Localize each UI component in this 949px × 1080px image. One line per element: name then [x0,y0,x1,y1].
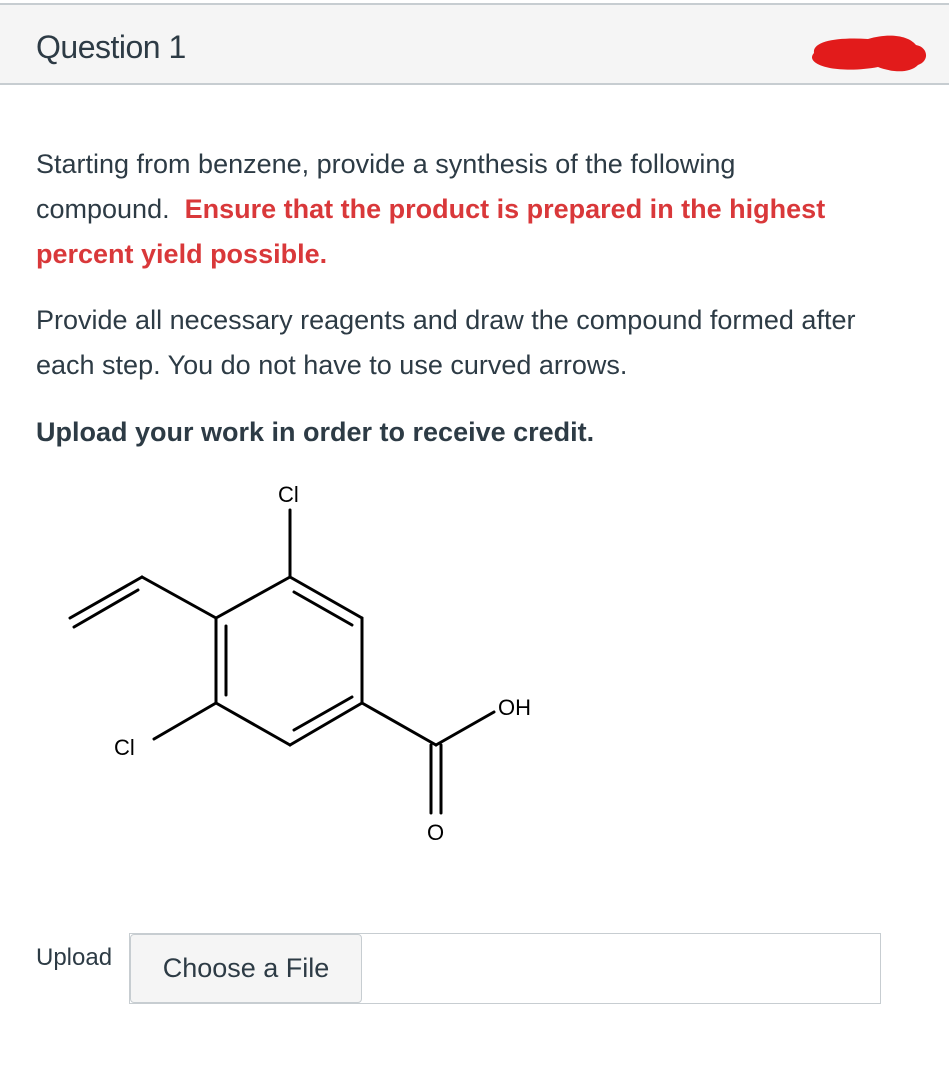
vinyl-double-bond [72,588,140,629]
file-upload-field[interactable]: Choose a File [129,933,881,1004]
vinyl-double-bond [68,575,144,620]
question-title: Question 1 [36,29,186,65]
choose-file-button[interactable]: Choose a File [130,934,362,1003]
carboxyl-bond [360,701,438,747]
ring-bond [288,701,364,747]
ring-bond [214,575,292,620]
ring-bond [214,701,292,747]
upload-label: Upload [36,944,113,971]
vinyl-bond [140,575,218,620]
redaction-mark [812,35,927,72]
question-header: Question 1 [0,3,949,85]
question-instructions: Provide all necessary reagents and draw … [36,305,856,380]
oh-bond [434,710,496,747]
cl-left-bond [152,701,218,741]
cl-left-label: Cl [114,735,135,760]
question-intro: Starting from benzene, provide a synthes… [36,142,876,277]
upload-note: Upload your work in order to receive cre… [36,417,595,447]
o-label: O [427,820,444,845]
cl-top-label: Cl [278,482,299,507]
oh-label: OH [498,695,531,720]
molecule-structure: Cl Cl OH O [68,482,531,845]
